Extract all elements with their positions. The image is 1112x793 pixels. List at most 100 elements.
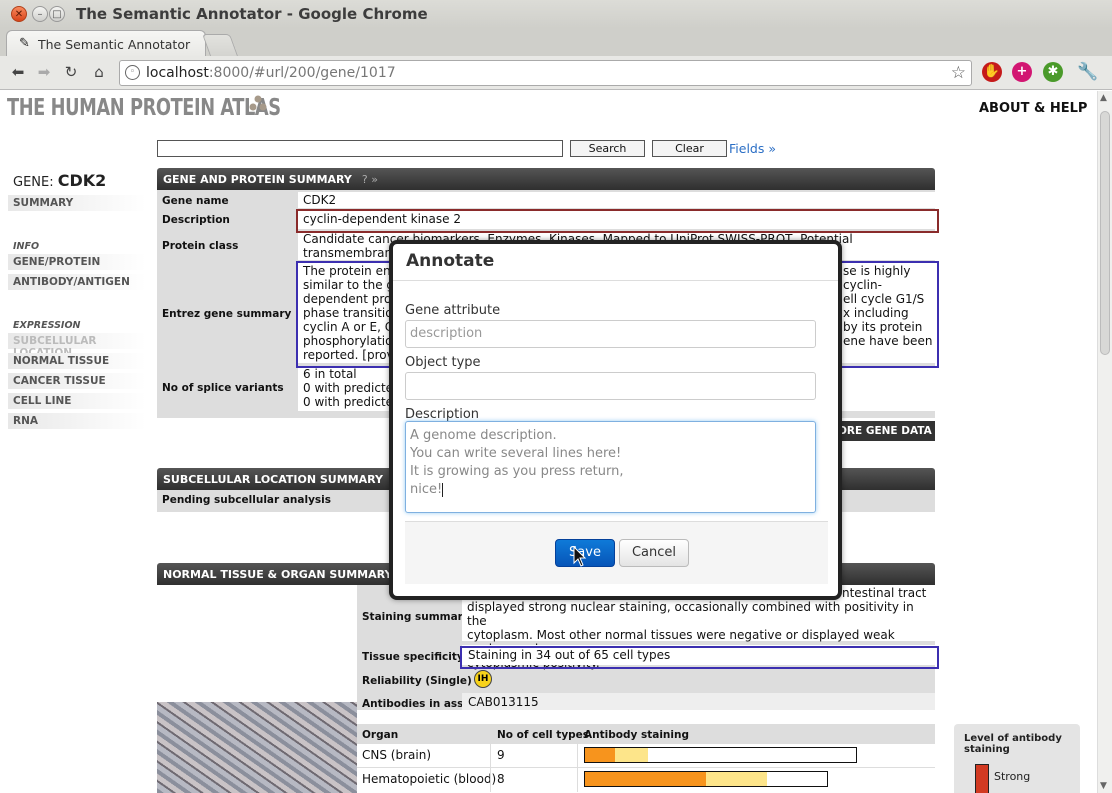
plus-extension-icon[interactable]: + [1012, 62, 1032, 82]
panel-title: SUBCELLULAR LOCATION SUMMARY [163, 473, 383, 486]
cell-type-count: 9 [497, 748, 505, 762]
entrez-summary-label: Entrez gene summary [162, 308, 292, 320]
gene-title: GENE: CDK2 [13, 171, 106, 190]
gene-name: CDK2 [57, 171, 107, 190]
search-button[interactable]: Search [570, 140, 645, 157]
scroll-thumb[interactable] [1100, 111, 1110, 355]
tissue-image[interactable] [157, 702, 357, 793]
wrench-icon[interactable]: 🔧 [1077, 62, 1098, 82]
sidebar-item-antibody-antigen[interactable]: ANTIBODY/ANTIGEN [8, 274, 146, 290]
strong-segment [585, 772, 706, 786]
cell-type-count: 8 [497, 772, 505, 786]
staining-summary-label: Staining summary [362, 611, 470, 623]
tab-title: The Semantic Annotator [38, 37, 191, 52]
pencil-icon: ✎ [19, 36, 30, 51]
dialog-footer: Save Cancel [405, 521, 828, 584]
description-textarea[interactable]: A genome description. You can write seve… [405, 421, 816, 513]
tissue-specificity-label: Tissue specificity [362, 651, 464, 663]
help-link[interactable]: ? » [362, 173, 378, 186]
table-row[interactable]: Hematopoietic (blood) 8 [357, 768, 935, 792]
cancel-button[interactable]: Cancel [619, 539, 689, 567]
panel-title: GENE AND PROTEIN SUMMARY [163, 173, 352, 186]
table-row[interactable]: CNS (brain) 9 [357, 744, 935, 768]
textarea-line: A genome description. [410, 428, 557, 443]
tab-strip: ✎ The Semantic Annotator [0, 28, 1112, 56]
textarea-line: You can write several lines here! [410, 446, 622, 461]
cell-types-column-header: No of cell types [497, 729, 590, 741]
moderate-segment [615, 748, 648, 762]
reliability-label: Reliability (Single) [362, 675, 472, 687]
textarea-line: It is growing as you press return, [410, 464, 624, 479]
window-title: The Semantic Annotator - Google Chrome [76, 5, 428, 23]
legend-strong-label: Strong [994, 770, 1031, 783]
text-caret [442, 482, 444, 497]
bookmark-star-icon[interactable]: ☆ [951, 63, 966, 83]
site-logo[interactable]: THE HUMAN PROTEIN ATLAS [7, 95, 281, 121]
object-type-input[interactable] [405, 372, 816, 400]
protein-class-label: Protein class [162, 240, 239, 252]
reload-icon[interactable]: ↻ [62, 63, 80, 81]
description-annotation-highlight[interactable] [296, 209, 939, 233]
bug-extension-icon[interactable]: ✱ [1043, 62, 1063, 82]
gene-attribute-label: Gene attribute [405, 303, 501, 318]
object-type-label: Object type [405, 355, 481, 370]
sidebar-item-normal-tissue[interactable]: NORMAL TISSUE [8, 353, 146, 369]
description-label: Description [405, 407, 480, 422]
window-titlebar: ✕ – □ The Semantic Annotator - Google Ch… [0, 0, 1112, 28]
legend-title: Level of antibody staining [964, 733, 1062, 755]
antibodies-value[interactable]: CAB013115 [462, 693, 935, 710]
organ-name: Hematopoietic (blood) [362, 772, 497, 786]
about-help-link[interactable]: ABOUT & HELP [979, 101, 1087, 116]
gene-name-value: CDK2 [298, 192, 935, 208]
back-icon[interactable]: ⬅ [9, 63, 27, 81]
browser-tab[interactable]: ✎ The Semantic Annotator [6, 30, 206, 56]
staining-bar [584, 771, 828, 787]
window-maximize-button[interactable]: □ [49, 6, 65, 22]
gene-protein-summary-header: GENE AND PROTEIN SUMMARY ? » [157, 168, 935, 190]
address-bar[interactable]: ◦ localhost:8000/#url/200/gene/1017 ☆ [119, 60, 972, 86]
sidebar-item-summary[interactable]: SUMMARY [8, 195, 146, 211]
search-input[interactable] [157, 140, 563, 157]
organ-table-header: Organ No of cell types Antibody staining [357, 724, 935, 744]
new-tab-button[interactable] [201, 34, 239, 56]
clear-button[interactable]: Clear [652, 140, 727, 157]
antibodies-label: Antibodies in assay [362, 698, 478, 710]
sidebar-item-cancer-tissue[interactable]: CANCER TISSUE [8, 373, 146, 389]
fields-link[interactable]: Fields » [729, 141, 776, 156]
forward-icon[interactable]: ➡ [35, 63, 53, 81]
sidebar-item-subcellular-location[interactable]: SUBCELLULAR LOCATION [8, 333, 146, 359]
scroll-down-icon[interactable]: ▼ [1100, 781, 1107, 791]
sidebar-heading-expression: EXPRESSION [13, 320, 81, 331]
gene-attribute-input[interactable]: description [405, 320, 816, 348]
annotate-dialog: Annotate Gene attribute description Obje… [389, 240, 842, 600]
window-minimize-button[interactable]: – [32, 6, 48, 22]
scroll-up-icon[interactable]: ▲ [1100, 93, 1107, 103]
page-scrollbar[interactable]: ▲ ▼ [1097, 91, 1112, 793]
organ-name: CNS (brain) [362, 748, 431, 762]
mouse-cursor-icon [573, 546, 587, 567]
more-gene-data-button[interactable]: ORE GENE DATA [838, 421, 935, 441]
sidebar-item-rna[interactable]: RNA [8, 413, 146, 429]
subcellular-status: Pending subcellular analysis [162, 494, 332, 506]
staining-line: ntestinal tract [842, 586, 927, 600]
gene-prefix: GENE: [13, 175, 54, 190]
sidebar-item-gene-protein[interactable]: GENE/PROTEIN [8, 254, 146, 270]
reliability-badge-icon[interactable]: IH [474, 670, 492, 688]
staining-legend: Level of antibody staining Strong [954, 724, 1080, 793]
gene-name-label: Gene name [162, 195, 229, 207]
logo-dots-icon [249, 95, 267, 111]
window-close-button[interactable]: ✕ [11, 6, 27, 22]
specificity-annotation-highlight[interactable] [460, 646, 939, 669]
staining-bar [584, 747, 857, 763]
description-label: Description [162, 214, 230, 226]
page-info-icon[interactable]: ◦ [125, 65, 140, 80]
sidebar-item-cell-line[interactable]: CELL LINE [8, 393, 146, 409]
dialog-divider [393, 280, 838, 281]
splice-variants-label: No of splice variants [162, 382, 284, 394]
strong-segment [585, 748, 615, 762]
legend-strong-swatch [975, 764, 989, 793]
home-icon[interactable]: ⌂ [90, 63, 108, 81]
staining-line: displayed strong nuclear staining, occas… [467, 600, 914, 628]
adblock-extension-icon[interactable]: ✋ [982, 62, 1002, 82]
moderate-segment [706, 772, 767, 786]
